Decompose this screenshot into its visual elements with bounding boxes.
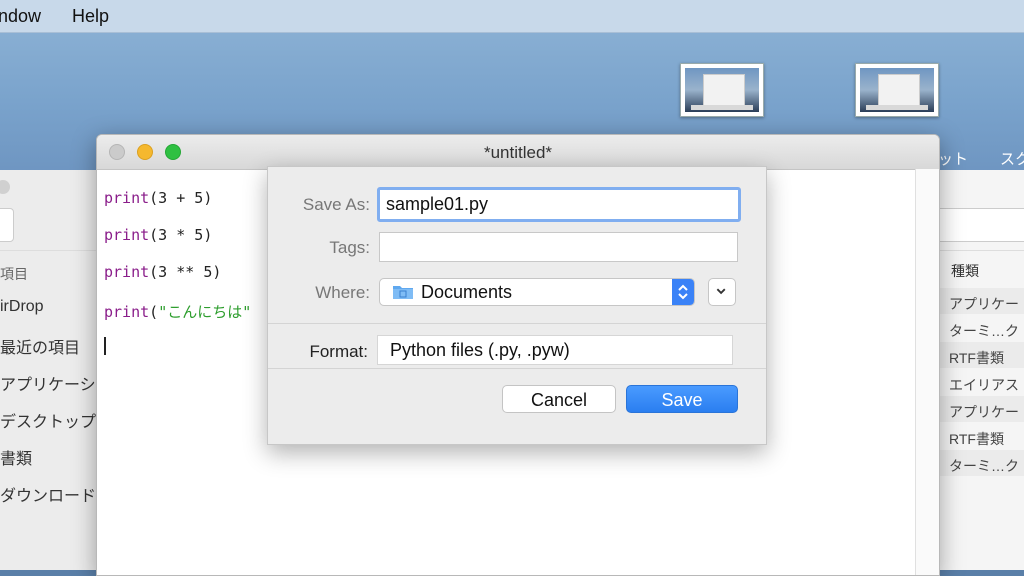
finder-close-icon[interactable] [0, 180, 10, 194]
kind-column-header[interactable]: 種類 [951, 261, 979, 281]
desktop-thumbnail-1[interactable] [680, 63, 764, 117]
editor-titlebar: *untitled* [97, 135, 939, 170]
sidebar-item-applications[interactable]: アプリケーショ [0, 371, 112, 395]
tags-input[interactable] [379, 232, 738, 262]
kind-cell: RTF書類 [949, 350, 1004, 366]
cancel-button[interactable]: Cancel [502, 385, 616, 413]
kind-cell: RTF書類 [949, 431, 1004, 447]
finder-search-input[interactable] [0, 208, 14, 242]
code-line-1[interactable]: print(3 + 5) [104, 189, 212, 207]
format-label: Format: [309, 342, 368, 361]
code-keyword: print [104, 263, 150, 281]
save-button[interactable]: Save [626, 385, 738, 413]
sidebar-item-recents[interactable]: 最近の項目 [0, 334, 80, 358]
finder-toolbar-text-2: スク [1000, 151, 1024, 168]
kind-cell: アプリケー [949, 404, 1019, 420]
code-line-4[interactable]: print("こんにちは" [104, 301, 251, 322]
code-line-3[interactable]: print(3 ** 5) [104, 263, 221, 281]
where-popup[interactable]: Documents [379, 278, 695, 306]
code-string: "こんにちは" [158, 303, 252, 321]
sidebar-item-airdrop[interactable]: irDrop [0, 298, 44, 316]
folder-icon [393, 286, 413, 299]
where-label: Where: [315, 283, 370, 302]
sidebar-item-desktop[interactable]: デスクトップ [0, 408, 96, 432]
menu-window[interactable]: ndow [0, 6, 41, 27]
tags-label: Tags: [329, 238, 370, 257]
save-dialog: Save As: sample01.py Tags: Where: Docume… [267, 166, 767, 445]
sidebar-item-documents[interactable]: 書類 [0, 445, 32, 469]
expand-dialog-button[interactable] [708, 278, 736, 306]
code-keyword: print [104, 226, 150, 244]
kind-cell: アプリケー [949, 296, 1019, 312]
finder-kind-column [928, 170, 1024, 570]
menu-bar: ndow Help [0, 0, 1024, 33]
kind-cell: エイリアス [949, 377, 1019, 393]
code-text: (3 ** 5) [149, 263, 222, 281]
save-as-label: Save As: [302, 195, 370, 214]
finder-search-field[interactable] [933, 208, 1024, 242]
desktop-thumbnail-2[interactable] [855, 63, 939, 117]
window-title: *untitled* [483, 143, 553, 162]
code-text: (3 * 5) [149, 226, 213, 244]
text-cursor [104, 337, 106, 355]
finder-toolbar-text-1: ット [938, 151, 969, 168]
save-as-input[interactable]: sample01.py [377, 187, 741, 222]
chevron-down-icon [716, 288, 726, 295]
finder-sidebar: 項目 irDrop 最近の項目 アプリケーショ デスクトップ 書類 ダウンロード [0, 170, 112, 570]
editor-scrollbar[interactable] [915, 169, 939, 575]
menu-help[interactable]: Help [72, 6, 109, 27]
kind-cell: ターミ…ク [949, 323, 1019, 339]
code-text: ( [149, 303, 159, 321]
code-text: (3 + 5) [149, 189, 213, 207]
code-keyword: print [104, 303, 150, 321]
code-keyword: print [104, 189, 150, 207]
code-line-2[interactable]: print(3 * 5) [104, 226, 212, 244]
sidebar-item-downloads[interactable]: ダウンロード [0, 482, 96, 506]
sidebar-header: 項目 [0, 266, 28, 282]
format-select[interactable]: Python files (.py, .pyw) [377, 335, 733, 365]
kind-cell: ターミ…ク [949, 458, 1019, 474]
where-value: Documents [421, 282, 513, 302]
popup-arrows-icon [672, 279, 694, 305]
